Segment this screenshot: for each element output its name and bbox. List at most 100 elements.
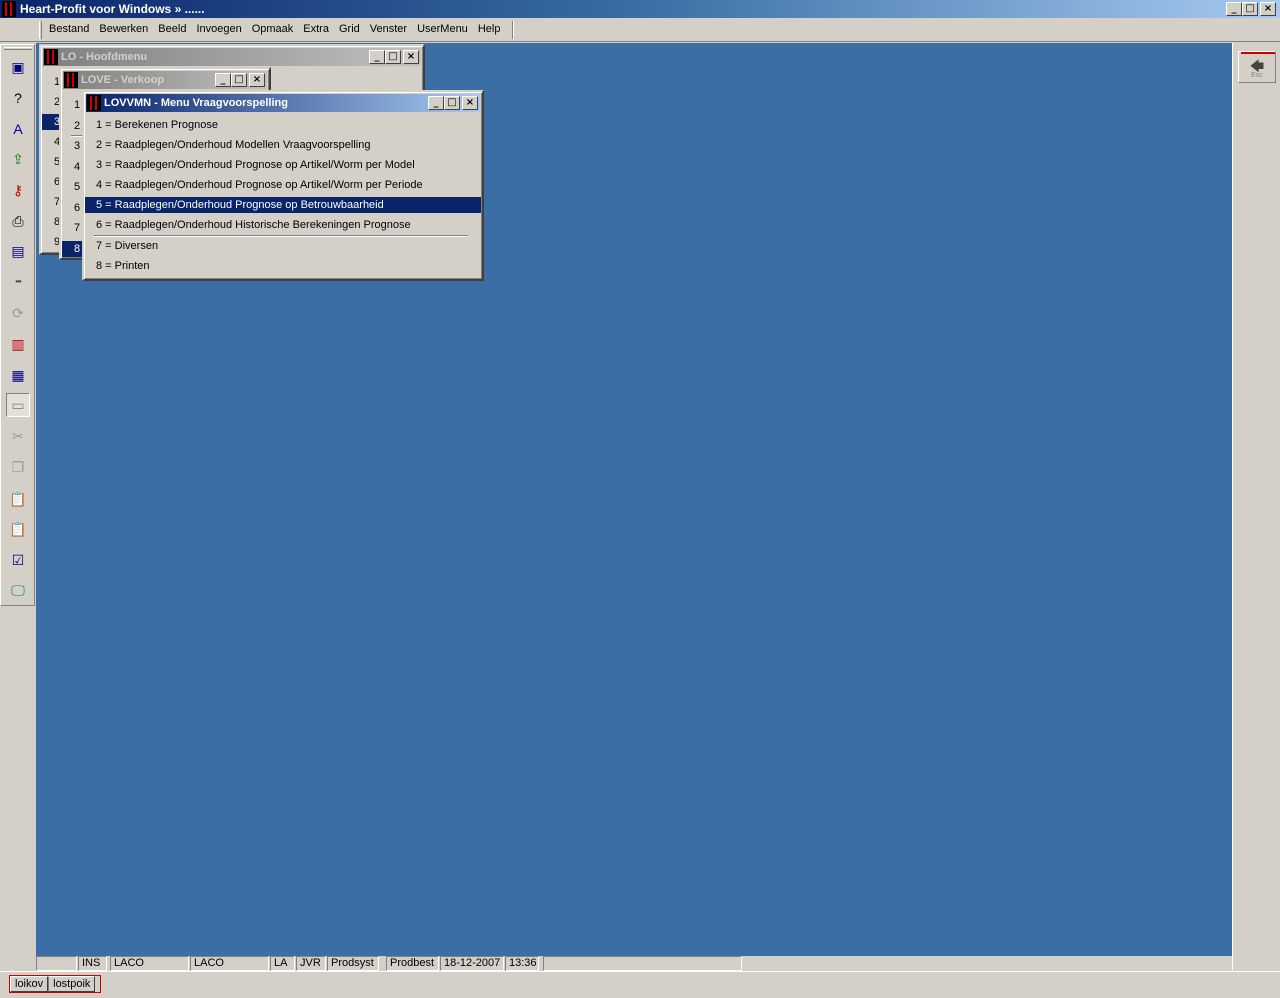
window-logo-icon[interactable] <box>87 95 101 111</box>
copy-tool-button[interactable]: ❐ <box>8 457 28 477</box>
key-tool-button[interactable]: ⚷ <box>8 180 28 200</box>
window-controls: _ □ × <box>369 50 419 64</box>
close-button[interactable]: × <box>1260 2 1276 16</box>
menu-usermenu[interactable]: UserMenu <box>412 23 473 35</box>
properties-tool-button[interactable]: ☑ <box>8 550 28 570</box>
edit-form-icon: ▥ <box>11 336 25 352</box>
menu-option-8[interactable]: 8 = Printen <box>85 258 481 274</box>
task-button-loikov[interactable]: loikov <box>10 976 49 992</box>
menu-grid[interactable]: Grid <box>334 23 365 35</box>
minimize-button[interactable]: _ <box>369 50 385 64</box>
esc-accent <box>1241 52 1275 54</box>
maximize-button[interactable]: □ <box>1242 2 1258 16</box>
printer-icon: ⎙ <box>12 213 24 229</box>
export-tool-button[interactable]: ⇪ <box>8 149 28 169</box>
maximize-button[interactable]: □ <box>231 73 247 87</box>
copy-icon: ❐ <box>11 459 25 475</box>
paste-icon: 📋 <box>9 491 27 507</box>
status-cell-database: Prodbest <box>386 956 439 971</box>
ellipsis-icon: ••• <box>15 277 21 286</box>
toolbar-grip[interactable] <box>4 47 32 50</box>
task-group: loikov lostpoik <box>9 975 101 993</box>
window-titlebar[interactable]: LOVE - Verkoop _ □ × <box>63 71 267 89</box>
app-window-controls: _ □ × <box>1226 2 1276 16</box>
window-titlebar[interactable]: LO - Hoofdmenu _ □ × <box>43 48 421 66</box>
esc-button[interactable]: 🡄 Esc <box>1238 51 1276 83</box>
window-title: LOVE - Verkoop <box>81 74 165 86</box>
menu-venster[interactable]: Venster <box>365 23 412 35</box>
menu-help[interactable]: Help <box>473 23 506 35</box>
key-icon: ⚷ <box>12 182 24 198</box>
left-toolbar: ▣? A ⇪ ⚷ ⎙ ▤ ••• ⟳ ▥ ▦ ▭ ✂ ❐ 📋 📋 ☑ 🖵 <box>0 44 35 606</box>
menu-option-7[interactable]: 7 = Diversen <box>85 238 481 254</box>
close-button[interactable]: × <box>462 96 478 110</box>
menu-opmaak[interactable]: Opmaak <box>247 23 299 35</box>
minimize-button[interactable]: _ <box>428 96 444 110</box>
form-tool-button[interactable]: ▤ <box>8 241 28 261</box>
spelling-tool-button[interactable]: A <box>8 119 28 139</box>
window-tool-button[interactable]: ▣ <box>8 57 28 77</box>
window-controls: _ □ × <box>428 96 478 110</box>
status-cell-ins: INS <box>78 956 107 971</box>
maximize-button[interactable]: □ <box>385 50 401 64</box>
mdi-workspace: LO - Hoofdmenu _ □ × 123456789 LOVE - Ve… <box>36 43 1232 956</box>
close-button[interactable]: × <box>249 73 265 87</box>
menubar-end-divider <box>512 21 514 39</box>
menu-invoegen[interactable]: Invoegen <box>191 23 246 35</box>
menu-option-5[interactable]: 5 = Raadplegen/Onderhoud Prognose op Bet… <box>85 197 481 213</box>
menu-list: Bestand Bewerken Beeld Invoegen Opmaak E… <box>44 23 505 35</box>
app-titlebar[interactable]: Heart-Profit voor Windows » ...... _ □ × <box>0 0 1280 18</box>
window-title: LO - Hoofdmenu <box>61 51 148 63</box>
monitor-icon: 🖵 <box>11 582 25 598</box>
status-cell-user: JVR <box>296 956 326 971</box>
status-cell-language: LA <box>270 956 295 971</box>
properties-icon: ☑ <box>11 552 25 568</box>
ellipsis-tool-button[interactable]: ••• <box>8 272 28 292</box>
window-titlebar[interactable]: LOVVMN - Menu Vraagvoorspelling _ □ × <box>86 94 480 112</box>
maximize-button[interactable]: □ <box>444 96 460 110</box>
menu-bewerken[interactable]: Bewerken <box>94 23 153 35</box>
menu-divider <box>94 235 468 237</box>
window-controls: _ □ × <box>215 73 265 87</box>
monitor-tool-button[interactable]: 🖵 <box>8 580 28 600</box>
report-tool-button[interactable]: ▦ <box>8 365 28 385</box>
status-cell-date: 18-12-2007 <box>440 956 504 971</box>
help-tool-button[interactable]: ? <box>8 88 28 108</box>
status-cell-message <box>543 956 742 971</box>
form-icon: ▤ <box>11 243 25 259</box>
menu-beeld[interactable]: Beeld <box>153 23 191 35</box>
task-button-lostpoik[interactable]: lostpoik <box>48 976 96 992</box>
minimize-button[interactable]: _ <box>1226 2 1242 16</box>
panel-tool-button[interactable]: ▭ <box>6 393 30 417</box>
help-icon: ? <box>14 90 22 106</box>
paste-tool-button[interactable]: 📋 <box>8 489 28 509</box>
refresh-tool-button[interactable]: ⟳ <box>8 303 28 323</box>
paste-special-tool-button[interactable]: 📋 <box>8 519 28 539</box>
window-vraagvoorspelling[interactable]: LOVVMN - Menu Vraagvoorspelling _ □ × 1 … <box>82 90 484 281</box>
minimize-button[interactable]: _ <box>215 73 231 87</box>
spelling-icon: A <box>13 121 23 137</box>
edit-form-tool-button[interactable]: ▥ <box>8 334 28 354</box>
window-logo-icon[interactable] <box>44 49 58 65</box>
app-title: Heart-Profit voor Windows » ...... <box>20 2 205 16</box>
close-button[interactable]: × <box>403 50 419 64</box>
app-logo-icon[interactable] <box>2 1 16 17</box>
right-panel: 🡄 Esc <box>1232 43 1280 970</box>
menu-option-4[interactable]: 4 = Raadplegen/Onderhoud Prognose op Art… <box>85 177 481 193</box>
menu-option-1[interactable]: 1 = Berekenen Prognose <box>85 117 481 133</box>
window-title: LOVVMN - Menu Vraagvoorspelling <box>104 97 288 109</box>
menu-option-3[interactable]: 3 = Raadplegen/Onderhoud Prognose op Art… <box>85 157 481 173</box>
menu-bestand[interactable]: Bestand <box>44 23 94 35</box>
menu-option-6[interactable]: 6 = Raadplegen/Onderhoud Historische Ber… <box>85 217 481 233</box>
status-bar: INS LACO LACO LA JVR Prodsyst Prodbest 1… <box>36 956 1232 971</box>
menu-option-2[interactable]: 2 = Raadplegen/Onderhoud Modellen Vraagv… <box>85 137 481 153</box>
task-bar: loikov lostpoik <box>0 971 1280 998</box>
refresh-icon: ⟳ <box>12 305 24 321</box>
menubar-grip[interactable] <box>39 21 42 39</box>
status-cell-company-2: LACO <box>190 956 269 971</box>
status-cell-system: Prodsyst <box>327 956 379 971</box>
menu-extra[interactable]: Extra <box>298 23 334 35</box>
window-logo-icon[interactable] <box>64 72 78 88</box>
printer-tool-button[interactable]: ⎙ <box>8 211 28 231</box>
cut-tool-button[interactable]: ✂ <box>8 426 28 446</box>
